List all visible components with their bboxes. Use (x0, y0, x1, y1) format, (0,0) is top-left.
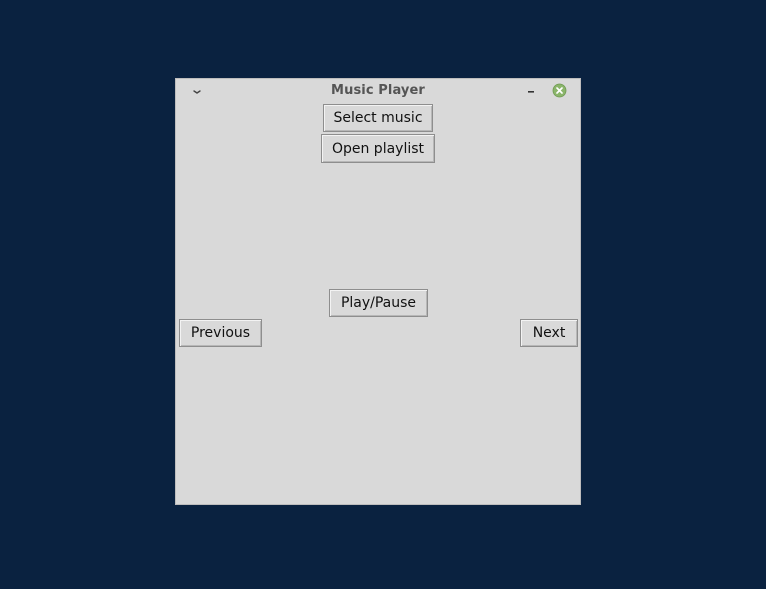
next-button[interactable]: Next (520, 319, 578, 347)
window-title: Music Player (331, 83, 425, 98)
window-titlebar[interactable]: Music Player (176, 79, 580, 103)
music-player-window: Music Player Select music Open playlist … (175, 78, 581, 505)
select-music-button[interactable]: Select music (323, 104, 433, 132)
play-pause-button[interactable]: Play/Pause (329, 289, 428, 317)
minimize-icon[interactable] (524, 83, 538, 97)
previous-button[interactable]: Previous (179, 319, 262, 347)
open-playlist-button[interactable]: Open playlist (321, 134, 435, 163)
close-icon[interactable] (552, 83, 567, 98)
